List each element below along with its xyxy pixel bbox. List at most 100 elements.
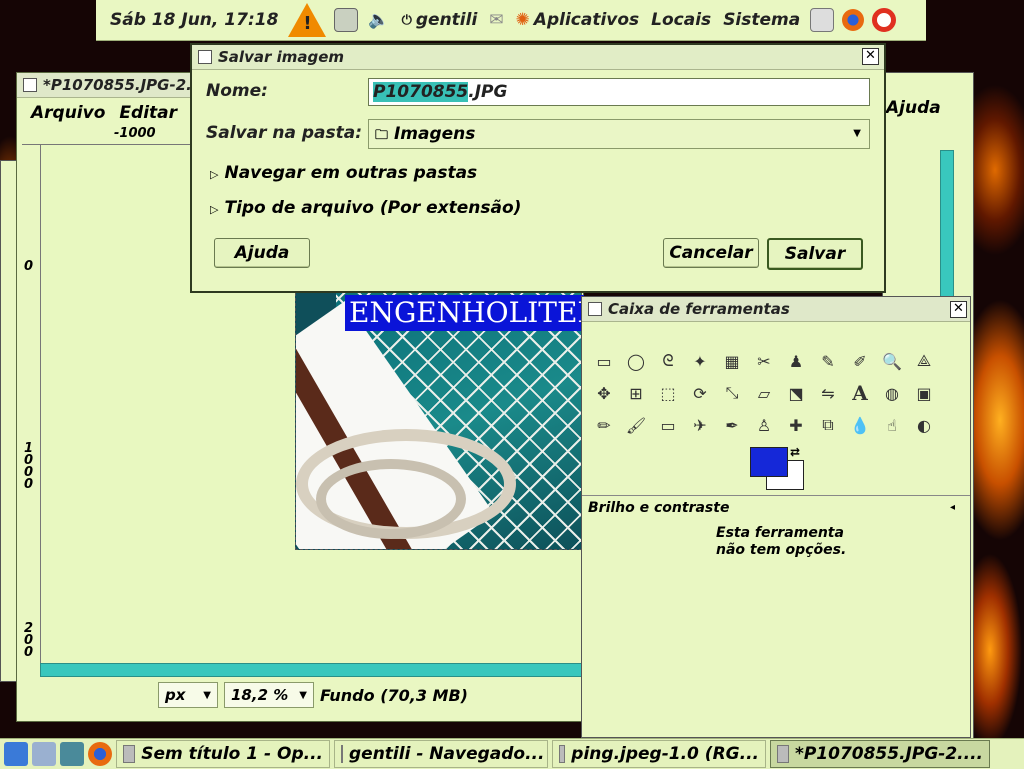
text-icon[interactable]: A (846, 379, 874, 407)
ruler-label: -1000 (114, 126, 156, 141)
window-menu-icon[interactable] (198, 50, 212, 64)
ruler-label: 200 (24, 621, 34, 660)
task-image-window[interactable]: *P1070855.JPG-2.... (770, 740, 990, 768)
smudge-icon[interactable]: ☝ (878, 411, 906, 439)
task-label: ping.jpeg-1.0 (RG... (571, 744, 759, 764)
cancel-button[interactable]: Cancelar (663, 238, 759, 268)
scale-icon[interactable]: ⤡ (718, 379, 746, 407)
bucket-fill-icon[interactable]: ◍ (878, 379, 906, 407)
close-icon[interactable]: ✕ (950, 301, 967, 318)
document-icon (123, 745, 136, 763)
airbrush-icon[interactable]: ✈ (686, 411, 714, 439)
task-sem-titulo[interactable]: Sem título 1 - Op... (116, 740, 330, 768)
window-menu-icon[interactable] (23, 78, 37, 92)
file-type-label: Tipo de arquivo (Por extensão) (224, 198, 522, 218)
fuzzy-select-icon[interactable]: ✦ (686, 347, 714, 375)
menu-arquivo[interactable]: Arquivo (31, 103, 105, 123)
eraser-icon[interactable]: ▭ (654, 411, 682, 439)
applications-menu[interactable]: ✺ Aplicativos (516, 10, 640, 30)
dialog-title: Salvar imagem (218, 48, 345, 66)
dialog-titlebar[interactable]: Salvar imagem (192, 45, 884, 70)
toolbox-title: Caixa de ferramentas (608, 300, 790, 318)
mail-icon[interactable]: ✉ (489, 10, 503, 30)
flip-icon[interactable]: ⇋ (814, 379, 842, 407)
crop-icon[interactable]: ⬚ (654, 379, 682, 407)
dodge-icon[interactable]: ◐ (910, 411, 938, 439)
perspective-clone-icon[interactable]: ⧉ (814, 411, 842, 439)
filename-input[interactable]: P1070855.JPG (368, 78, 870, 106)
zoom-selector[interactable]: 18,2 % ▼ (224, 682, 314, 708)
paintbrush-icon[interactable]: 🖌 (622, 411, 650, 439)
divider (582, 495, 970, 496)
rotate-icon[interactable]: ⟳ (686, 379, 714, 407)
tool-options-menu-icon[interactable]: ◂ (950, 502, 955, 513)
folder-selector[interactable]: 🗀 Imagens ▼ (368, 119, 870, 149)
pencil-icon[interactable]: ✏ (590, 411, 618, 439)
clock[interactable]: Sáb 18 Jun, 17:18 (110, 10, 278, 30)
user-menu[interactable]: ⏻ gentili (402, 10, 478, 30)
top-panel: Sáb 18 Jun, 17:18 ! 🔈 ⏻ gentili ✉ ✺ Aplica… (96, 0, 926, 41)
task-navegador[interactable]: gentili - Navegado... (334, 740, 548, 768)
align-icon[interactable]: ⊞ (622, 379, 650, 407)
task-label: gentili - Navegado... (349, 744, 545, 764)
tool-options-title: Brilho e contraste (588, 500, 730, 516)
volume-icon[interactable]: 🔈 (368, 10, 389, 30)
taskbar: Sem título 1 - Op... gentili - Navegado.… (0, 738, 1024, 769)
task-label: Sem título 1 - Op... (141, 744, 323, 764)
foreground-color-swatch[interactable] (750, 447, 788, 477)
help-button[interactable]: Ajuda (214, 238, 310, 268)
system-menu[interactable]: Sistema (723, 10, 800, 30)
filename-selected: P1070855 (373, 82, 469, 102)
unit-selector[interactable]: px ▼ (158, 682, 218, 708)
task-ping[interactable]: ping.jpeg-1.0 (RG... (552, 740, 766, 768)
triangle-right-icon: ▷ (210, 203, 219, 216)
blend-icon[interactable]: ▣ (910, 379, 938, 407)
save-button[interactable]: Salvar (767, 238, 863, 270)
places-menu[interactable]: Locais (651, 10, 711, 30)
toolbox-titlebar[interactable]: Caixa de ferramentas (582, 297, 970, 322)
user-name: gentili (415, 10, 478, 30)
terminal-icon[interactable] (60, 742, 84, 766)
file-type-expander[interactable]: ▷ Tipo de arquivo (Por extensão) (210, 198, 521, 218)
printer-icon[interactable] (810, 8, 835, 32)
chevron-down-icon: ▼ (853, 128, 861, 139)
network-icon[interactable] (334, 8, 359, 32)
show-desktop-icon[interactable] (4, 742, 28, 766)
swap-colors-icon[interactable]: ⇄ (790, 445, 800, 459)
foreground-select-icon[interactable]: ♟ (782, 347, 810, 375)
warning-icon[interactable]: ! (288, 3, 327, 37)
help-icon[interactable] (872, 8, 897, 32)
window-menu-icon[interactable] (588, 302, 602, 316)
blur-icon[interactable]: 💧 (846, 411, 874, 439)
menu-editar[interactable]: Editar (119, 103, 177, 123)
gimp-icon (559, 745, 566, 763)
paths-icon[interactable]: ✎ (814, 347, 842, 375)
scissors-icon[interactable]: ✂ (750, 347, 778, 375)
firefox-icon[interactable] (88, 742, 112, 766)
heal-icon[interactable]: ✚ (782, 411, 810, 439)
horizontal-scrollbar[interactable] (40, 663, 582, 677)
ink-icon[interactable]: ✒ (718, 411, 746, 439)
menu-ajuda[interactable]: Ajuda (886, 98, 941, 118)
firefox-icon[interactable] (842, 9, 865, 31)
measure-icon[interactable]: ⟁ (910, 347, 938, 375)
zoom-value: 18,2 % (231, 686, 289, 704)
move-icon[interactable]: ✥ (590, 379, 618, 407)
toolbox-window: Caixa de ferramentas ✕ ▭ ◯ ᘓ ✦ ▦ ✂ ♟ ✎ ✐ 🔍 ⟁ ✥ ⊞ ⬚ ⟳ ⤡ ▱… (581, 296, 971, 738)
close-icon[interactable]: ✕ (862, 48, 879, 65)
zoom-icon[interactable]: 🔍 (878, 347, 906, 375)
chevron-down-icon: ▼ (203, 689, 211, 701)
ellipse-select-icon[interactable]: ◯ (622, 347, 650, 375)
image-viewer-icon[interactable] (32, 742, 56, 766)
color-select-icon[interactable]: ▦ (718, 347, 746, 375)
browse-folders-expander[interactable]: ▷ Navegar em outras pastas (210, 163, 477, 183)
perspective-icon[interactable]: ⬔ (782, 379, 810, 407)
save-image-dialog: Salvar imagem ✕ Nome: P1070855.JPG Salva… (190, 43, 886, 293)
clone-icon[interactable]: ♙ (750, 411, 778, 439)
folder-label: Salvar na pasta: (206, 123, 363, 143)
shear-icon[interactable]: ▱ (750, 379, 778, 407)
rect-select-icon[interactable]: ▭ (590, 347, 618, 375)
image-window-title: *P1070855.JPG-2.0 (43, 76, 203, 94)
free-select-icon[interactable]: ᘓ (654, 347, 682, 375)
color-picker-icon[interactable]: ✐ (846, 347, 874, 375)
